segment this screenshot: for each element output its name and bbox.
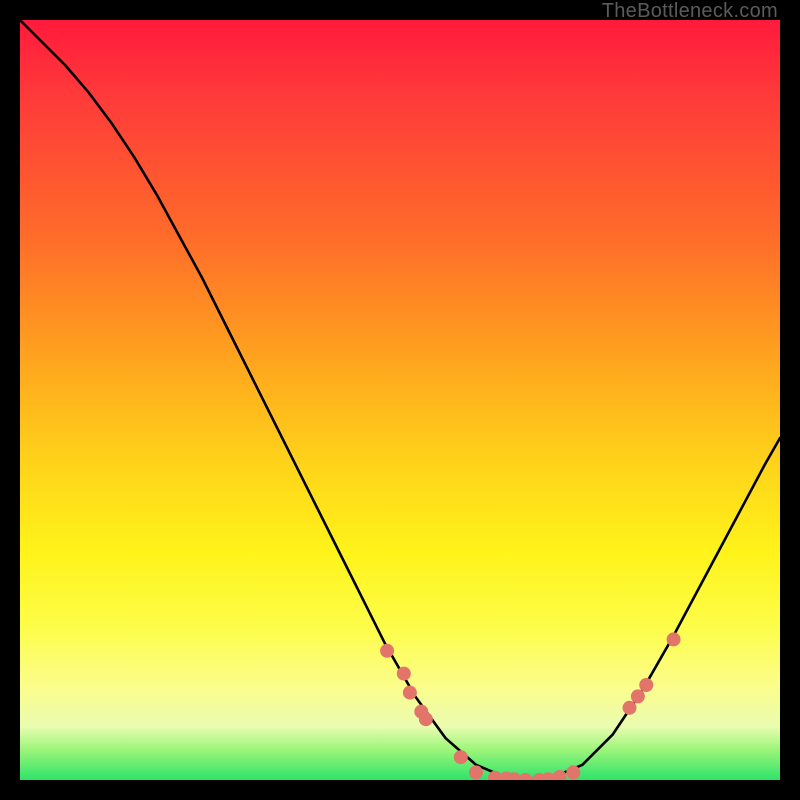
data-point xyxy=(631,689,645,703)
data-point xyxy=(419,712,433,726)
data-point xyxy=(380,644,394,658)
data-point xyxy=(566,765,580,779)
data-point xyxy=(518,773,532,780)
plot-area xyxy=(20,20,780,780)
data-point xyxy=(454,750,468,764)
data-point xyxy=(397,667,411,681)
data-point xyxy=(403,686,417,700)
chart-frame: TheBottleneck.com xyxy=(0,0,800,800)
data-point xyxy=(623,701,637,715)
bottleneck-curve xyxy=(20,20,780,780)
chart-svg xyxy=(20,20,780,780)
data-point xyxy=(667,632,681,646)
data-point xyxy=(639,678,653,692)
data-point xyxy=(469,765,483,779)
